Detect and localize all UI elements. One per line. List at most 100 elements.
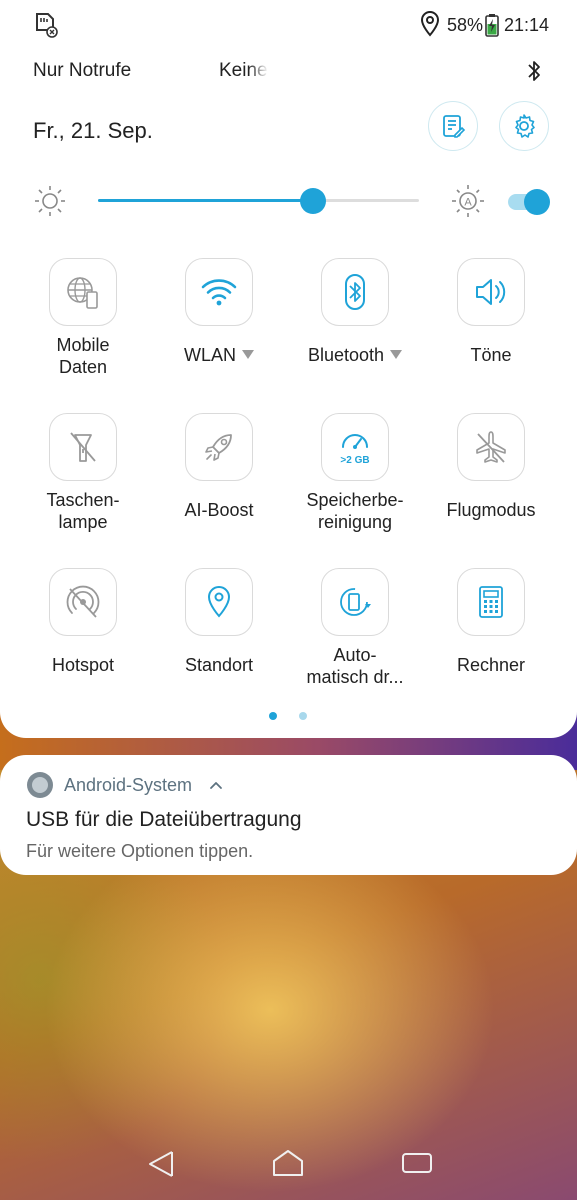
brightness-low-icon xyxy=(35,186,65,216)
tile-label: WLAN xyxy=(151,344,287,366)
tile-airplane-mode[interactable]: Flugmodus xyxy=(423,413,559,563)
tile-button[interactable] xyxy=(49,568,117,636)
edit-tiles-button[interactable] xyxy=(428,101,478,151)
hotspot-off-icon xyxy=(66,585,100,618)
tile-label-text: Bluetooth xyxy=(307,345,385,365)
dropdown-caret-icon[interactable] xyxy=(390,350,403,359)
tile-label-text: Rechner xyxy=(456,655,526,675)
brightness-slider-thumb[interactable] xyxy=(300,188,327,214)
gear-icon xyxy=(515,114,535,138)
tile-button[interactable] xyxy=(185,258,253,326)
auto-brightness-toggle[interactable] xyxy=(508,189,550,215)
tile-label: Bluetooth xyxy=(287,344,423,366)
tile-label: Speicherbe- reinigung xyxy=(287,489,423,533)
tile-button[interactable] xyxy=(185,413,253,481)
tile-label-text: AI-Boost xyxy=(184,500,254,520)
tile-label-text: Flugmodus xyxy=(446,500,536,520)
operator-sim1: Nur Notrufe xyxy=(33,60,132,81)
settings-button[interactable] xyxy=(499,101,549,151)
rocket-icon xyxy=(205,434,232,461)
brightness-slider-fill xyxy=(98,199,314,202)
tile-label: Taschen- lampe xyxy=(15,489,151,533)
location-icon xyxy=(207,585,231,618)
quick-settings-panel: 58% 21:14 Nur Notrufe Keine Fr., 21. Sep… xyxy=(0,0,577,738)
tile-ai-boost[interactable]: AI-Boost xyxy=(151,413,287,563)
brightness-row: A xyxy=(0,180,577,224)
tile-button[interactable] xyxy=(457,258,525,326)
tile-button[interactable] xyxy=(457,413,525,481)
mobile-data-icon xyxy=(67,277,98,309)
location-status-icon xyxy=(420,10,440,37)
navigation-bar xyxy=(0,1130,577,1200)
auto-brightness-icon: A xyxy=(452,185,484,217)
tile-label-text: Auto- matisch dr... xyxy=(306,645,404,687)
brightness-slider[interactable] xyxy=(98,188,419,214)
bluetooth-status-icon xyxy=(528,61,540,81)
flashlight-off-icon xyxy=(70,432,96,462)
memory-cleaner-icon: >2 GB xyxy=(340,434,370,466)
chevron-up-icon[interactable] xyxy=(209,779,223,791)
tile-label: Rechner xyxy=(423,654,559,676)
clock: 21:14 xyxy=(504,15,550,35)
tile-bluetooth[interactable]: Bluetooth xyxy=(287,258,423,408)
notification-usb[interactable]: Android-System USB für die Dateiübertrag… xyxy=(0,755,577,875)
svg-text:A: A xyxy=(464,197,472,209)
auto-rotate-icon xyxy=(340,588,371,616)
tile-label-text: Standort xyxy=(184,655,254,675)
notification-text: Für weitere Optionen tippen. xyxy=(26,841,254,861)
airplane-off-icon xyxy=(476,431,506,463)
tile-location[interactable]: Standort xyxy=(151,568,287,718)
tile-button[interactable] xyxy=(49,413,117,481)
operator-sim2: Keine xyxy=(219,60,268,81)
tile-button[interactable] xyxy=(457,568,525,636)
tile-label-text: Hotspot xyxy=(51,655,115,675)
tile-button[interactable] xyxy=(49,258,117,326)
speaker-icon xyxy=(476,279,506,305)
tile-button[interactable] xyxy=(321,568,389,636)
edit-list-icon xyxy=(443,115,466,138)
calculator-icon xyxy=(479,586,503,618)
tile-button[interactable] xyxy=(321,258,389,326)
memory-badge: >2 GB xyxy=(340,455,369,466)
battery-charging-icon xyxy=(485,14,499,37)
tile-label: AI-Boost xyxy=(151,499,287,521)
tile-label-text: Mobile Daten xyxy=(56,335,110,377)
tile-label: Mobile Daten xyxy=(15,334,151,378)
tile-memory-cleaner[interactable]: >2 GB Speicherbe- reinigung xyxy=(287,413,423,563)
tile-label-text: Töne xyxy=(470,345,512,365)
page-dot[interactable] xyxy=(299,712,307,720)
sim-card-icon xyxy=(36,13,58,38)
notification-app-name: Android-System xyxy=(64,775,193,795)
tile-label-text: Speicherbe- reinigung xyxy=(306,490,404,532)
android-system-icon xyxy=(27,772,53,798)
tile-label: Auto- matisch dr... xyxy=(287,644,423,688)
wifi-icon xyxy=(201,279,237,306)
tile-mobile-data[interactable]: Mobile Daten xyxy=(15,258,151,408)
notification-title: USB für die Dateiübertragung xyxy=(26,808,302,831)
tile-flashlight[interactable]: Taschen- lampe xyxy=(15,413,151,563)
tile-sound[interactable]: Töne xyxy=(423,258,559,408)
dropdown-caret-icon[interactable] xyxy=(242,350,254,359)
recent-apps-icon[interactable] xyxy=(401,1148,433,1178)
date-label: Fr., 21. Sep. xyxy=(33,118,153,143)
battery-percent: 58% xyxy=(447,15,484,35)
toggle-knob xyxy=(524,189,550,215)
tile-wlan[interactable]: WLAN xyxy=(151,258,287,408)
tile-button[interactable] xyxy=(185,568,253,636)
back-icon[interactable] xyxy=(146,1148,176,1180)
tile-label-text: Taschen- lampe xyxy=(46,490,120,532)
home-icon[interactable] xyxy=(272,1148,304,1178)
status-bar: 58% 21:14 xyxy=(0,0,577,48)
page-dot-active[interactable] xyxy=(269,712,277,720)
tile-label: Standort xyxy=(151,654,287,676)
tile-label-text: WLAN xyxy=(183,345,236,365)
tile-label: Flugmodus xyxy=(423,499,559,521)
tile-label: Töne xyxy=(423,344,559,366)
page-indicator xyxy=(0,712,577,722)
tile-auto-rotate[interactable]: Auto- matisch dr... xyxy=(287,568,423,718)
tile-calculator[interactable]: Rechner xyxy=(423,568,559,718)
network-row: Nur Notrufe Keine xyxy=(0,56,577,86)
tile-label: Hotspot xyxy=(15,654,151,676)
tile-hotspot[interactable]: Hotspot xyxy=(15,568,151,718)
tile-button[interactable]: >2 GB xyxy=(321,413,389,481)
